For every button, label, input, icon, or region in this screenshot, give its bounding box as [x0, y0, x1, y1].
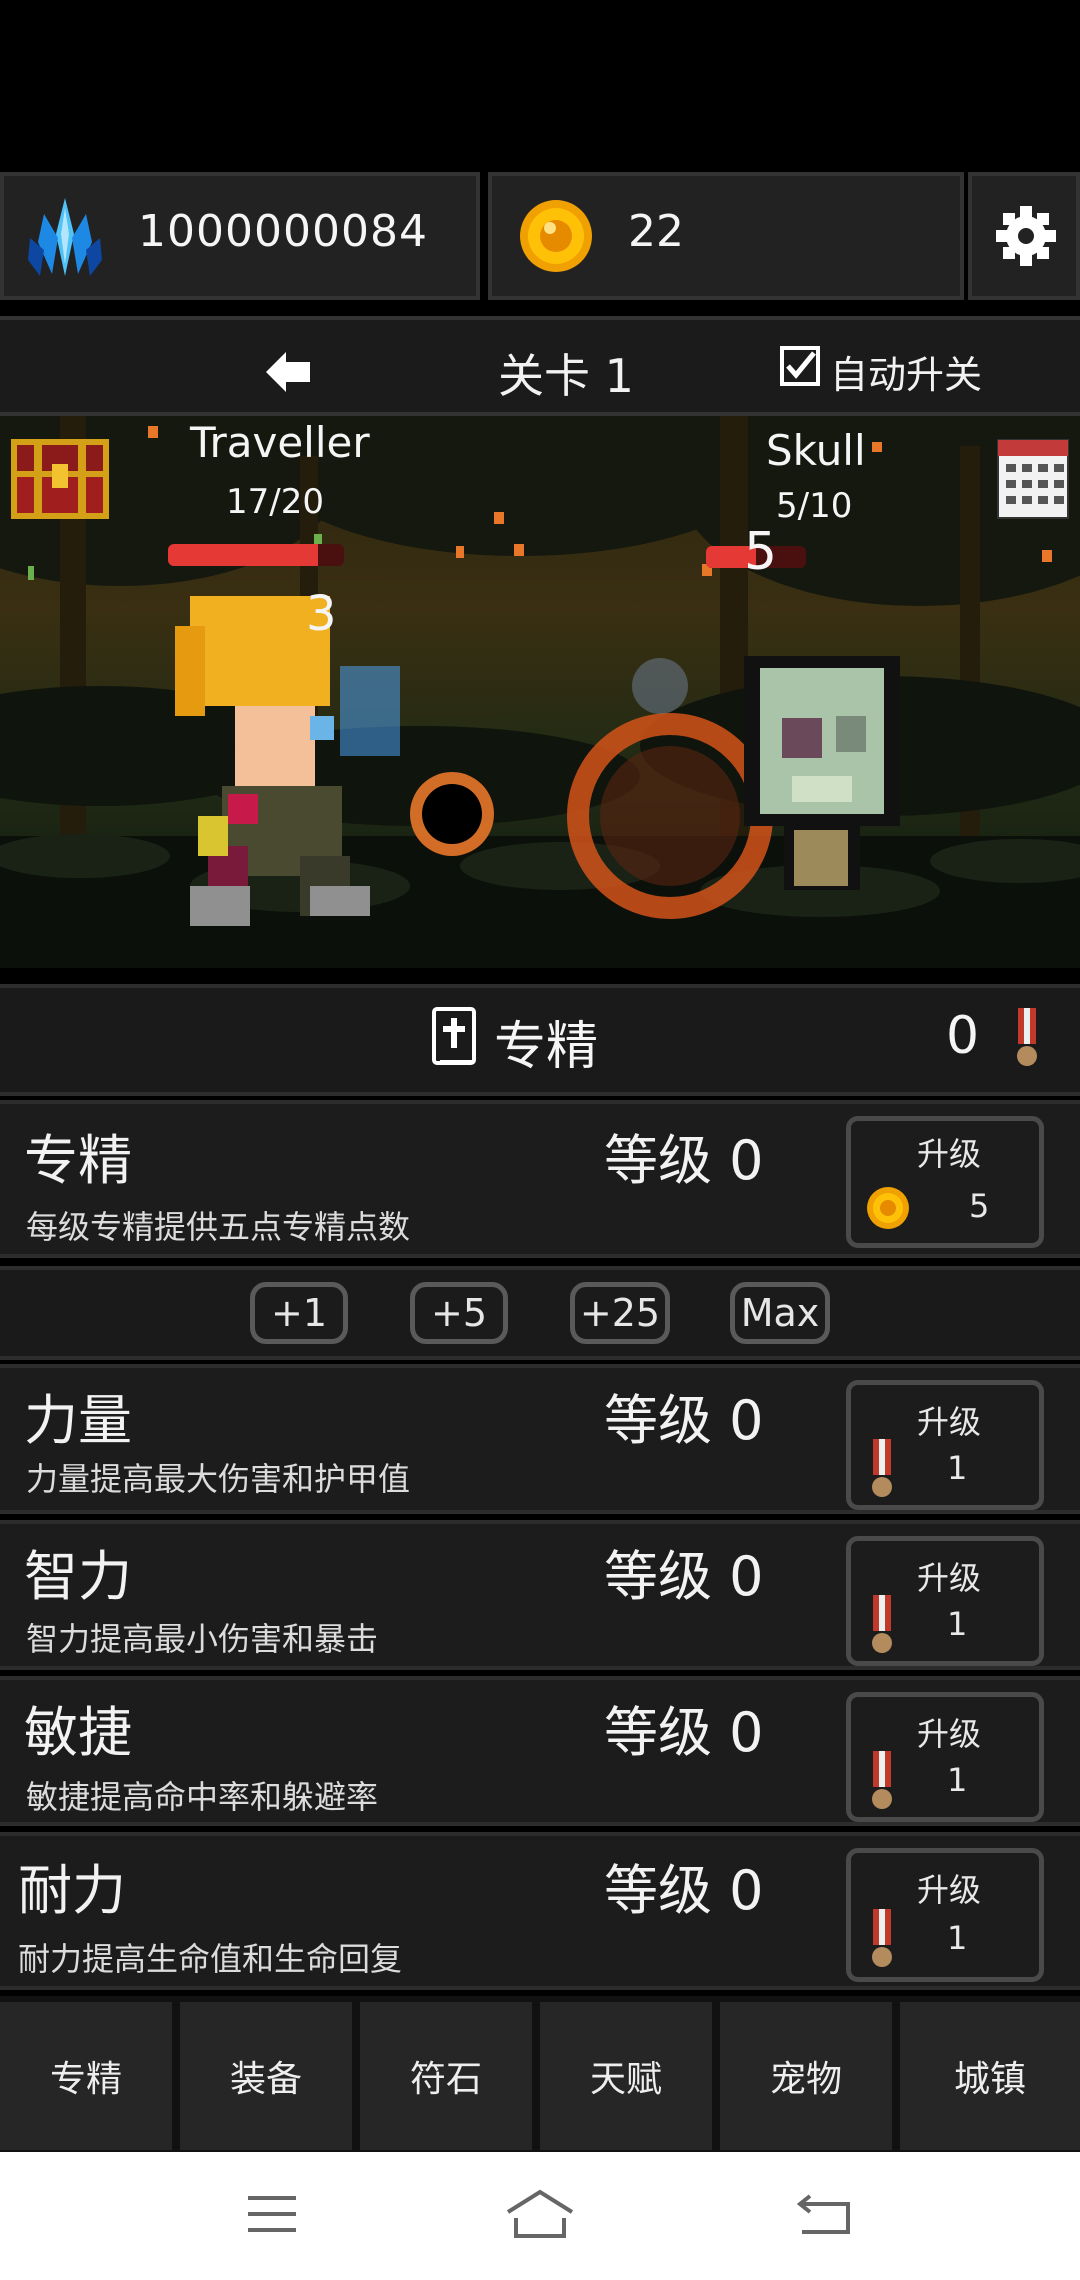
player-hp-bar	[168, 544, 344, 566]
upgrade-cost: 5	[969, 1187, 990, 1225]
upgrade-cost: 1	[947, 1919, 968, 1957]
stat-title: 智力	[24, 1545, 132, 1608]
stage-bar: 关卡 1 自动升关	[0, 316, 1080, 416]
tab-talent[interactable]: 天赋	[540, 2002, 720, 2150]
step-max-button[interactable]: Max	[730, 1282, 830, 1344]
mastery-header: 专精 0	[0, 984, 1080, 1096]
auto-advance-label: 自动升关	[830, 353, 983, 397]
stat-row-stamina: 耐力 等级 0 耐力提高生命值和生命回复 升级 1	[0, 1832, 1080, 1990]
upgrade-cost: 1	[947, 1605, 968, 1643]
menu-icon[interactable]	[246, 2194, 298, 2234]
mastery-row: 专精 等级 0 每级专精提供五点专精点数 升级 5	[0, 1100, 1080, 1258]
stage-label: 关卡 1	[498, 349, 634, 403]
mastery-header-title: 专精	[494, 1017, 599, 1077]
back-icon[interactable]	[796, 2192, 852, 2236]
step-plus-5-button[interactable]: +5	[410, 1282, 508, 1344]
auto-advance-checkbox[interactable]	[780, 346, 820, 386]
upgrade-label: 升级	[917, 1403, 982, 1441]
battle-scene: Traveller 17/20 3 Skull 5/10 5	[0, 416, 1080, 968]
coin-count: 22	[628, 206, 684, 257]
medal-icon	[871, 1909, 893, 1971]
stat-title: 耐力	[18, 1859, 126, 1922]
stat-description: 敏捷提高命中率和躲避率	[26, 1778, 379, 1816]
settings-button[interactable]	[968, 172, 1080, 300]
gear-icon	[994, 204, 1058, 268]
mastery-description: 每级专精提供五点专精点数	[26, 1208, 411, 1246]
mastery-upgrade-button[interactable]: 升级 5	[846, 1116, 1044, 1248]
upgrade-cost: 1	[947, 1449, 968, 1487]
calendar-icon[interactable]	[996, 432, 1070, 520]
forest-background	[0, 416, 1080, 968]
medal-icon	[871, 1439, 893, 1501]
stat-row-agility: 敏捷 等级 0 敏捷提高命中率和躲避率 升级 1	[0, 1676, 1080, 1826]
tab-runes[interactable]: 符石	[360, 2002, 540, 2150]
coin-icon	[865, 1185, 911, 1231]
treasure-chest-icon[interactable]	[10, 434, 110, 520]
step-plus-1-button[interactable]: +1	[250, 1282, 348, 1344]
player-name: Traveller	[190, 418, 370, 467]
stat-level: 等级 0	[604, 1701, 764, 1764]
system-nav-bar	[0, 2152, 1080, 2280]
stat-description: 力量提高最大伤害和护甲值	[26, 1460, 411, 1498]
step-buttons-bar	[0, 1266, 1080, 1360]
mastery-points: 0	[946, 1006, 980, 1066]
step-plus-25-button[interactable]: +25	[570, 1282, 670, 1344]
mastery-title: 专精	[24, 1129, 132, 1192]
stat-upgrade-button[interactable]: 升级 1	[846, 1692, 1044, 1822]
stat-level: 等级 0	[604, 1859, 764, 1922]
enemy-name: Skull	[766, 426, 866, 475]
enemy-hp-text: 5/10	[776, 486, 853, 526]
stat-title: 力量	[24, 1389, 132, 1452]
stat-level: 等级 0	[604, 1389, 764, 1452]
stat-description: 耐力提高生命值和生命回复	[18, 1940, 403, 1978]
stat-row-intelligence: 智力 等级 0 智力提高最小伤害和暴击 升级 1	[0, 1520, 1080, 1670]
player-hp-text: 17/20	[226, 482, 324, 522]
tab-town[interactable]: 城镇	[900, 2002, 1080, 2150]
enemy-damage-popup: 5	[744, 522, 778, 582]
crystal-icon	[22, 194, 108, 280]
player-hp-fill	[168, 544, 318, 566]
arrow-left-icon[interactable]	[266, 350, 314, 394]
tab-equipment[interactable]: 装备	[180, 2002, 360, 2150]
upgrade-label: 升级	[917, 1135, 982, 1173]
upgrade-label: 升级	[917, 1871, 982, 1909]
book-icon	[430, 1006, 478, 1068]
stat-row-strength: 力量 等级 0 力量提高最大伤害和护甲值 升级 1	[0, 1364, 1080, 1514]
tab-mastery[interactable]: 专精	[0, 2002, 180, 2150]
home-icon[interactable]	[504, 2188, 576, 2240]
coin-panel: 22	[488, 172, 964, 300]
upgrade-label: 升级	[917, 1559, 982, 1597]
stat-upgrade-button[interactable]: 升级 1	[846, 1536, 1044, 1666]
crystal-count: 1000000084	[138, 206, 428, 257]
player-damage-popup: 3	[306, 586, 337, 642]
upgrade-label: 升级	[917, 1715, 982, 1753]
medal-icon	[871, 1751, 893, 1813]
stat-level: 等级 0	[604, 1545, 764, 1608]
medal-icon	[871, 1595, 893, 1657]
medal-icon	[1016, 1008, 1038, 1070]
upgrade-cost: 1	[947, 1761, 968, 1799]
tab-pets[interactable]: 宠物	[720, 2002, 900, 2150]
stat-title: 敏捷	[24, 1701, 132, 1764]
stat-description: 智力提高最小伤害和暴击	[26, 1620, 379, 1658]
coin-icon	[516, 196, 596, 276]
stat-upgrade-button[interactable]: 升级 1	[846, 1848, 1044, 1982]
crystal-panel: 1000000084	[0, 172, 480, 300]
stat-upgrade-button[interactable]: 升级 1	[846, 1380, 1044, 1510]
mastery-level: 等级 0	[604, 1129, 764, 1192]
